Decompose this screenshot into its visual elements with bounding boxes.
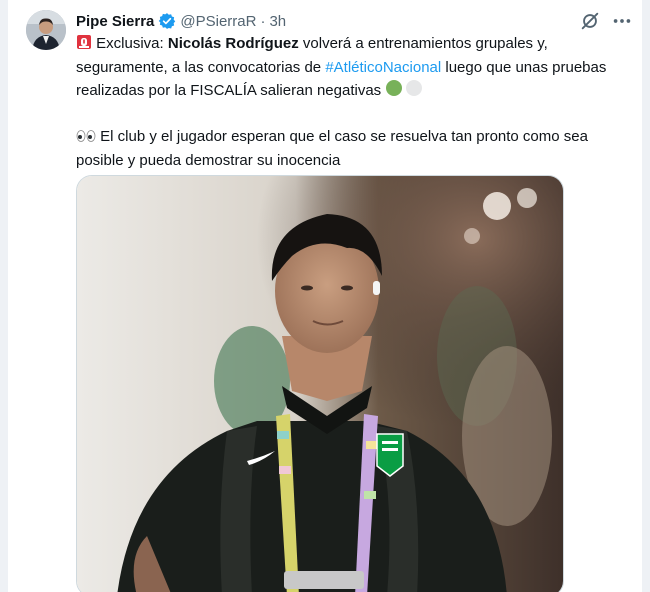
tweet-header: Pipe Sierra @PSierraR · 3h [76, 10, 286, 32]
white-circle-emoji-icon [405, 79, 423, 104]
siren-emoji-icon [76, 34, 92, 57]
tweet-card[interactable]: Pipe Sierra @PSierraR · 3h Exclusiva: Ni… [8, 0, 642, 592]
hashtag-link[interactable]: #AtléticoNacional [325, 59, 441, 76]
tweet-text: Exclusiva: Nicolás Rodríguez volverá a e… [76, 33, 636, 172]
green-circle-emoji-icon [385, 79, 403, 104]
eyes-emoji-icon [76, 128, 96, 150]
player-name: Nicolás Rodríguez [167, 35, 299, 52]
verified-badge-icon [158, 12, 176, 30]
tweet-photo[interactable] [76, 175, 564, 592]
author-handle[interactable]: @PSierraR [180, 13, 256, 30]
tweet-timestamp[interactable]: 3h [269, 13, 286, 30]
author-avatar[interactable] [26, 10, 66, 50]
header-separator: · [260, 12, 266, 30]
exclusive-label: Exclusiva: [96, 35, 168, 52]
more-icon[interactable] [611, 10, 633, 32]
tweet-paragraph-2: El club y el jugador esperan que el caso… [76, 126, 636, 172]
tweet-paragraph-1: Exclusiva: Nicolás Rodríguez volverá a e… [76, 33, 636, 104]
author-name[interactable]: Pipe Sierra [76, 13, 154, 30]
grok-icon[interactable] [579, 10, 601, 32]
paragraph-2-text: El club y el jugador esperan que el caso… [76, 128, 588, 169]
